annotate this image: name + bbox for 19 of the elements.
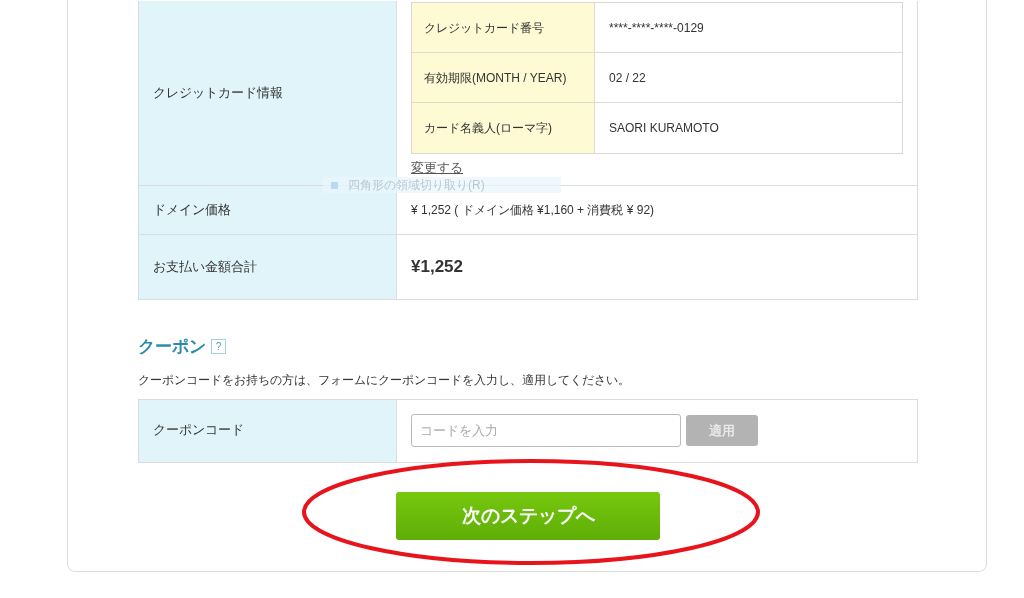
field-value: SAORI KURAMOTO <box>609 120 719 137</box>
field-label: ドメイン価格 <box>153 201 231 219</box>
field-label: 有効期限(MONTH / YEAR) <box>424 69 567 87</box>
field-value: 02 / 22 <box>609 69 646 87</box>
total-amount: ¥1,252 <box>411 256 463 279</box>
change-link[interactable]: 変更する <box>411 161 463 175</box>
bullet-icon <box>331 181 338 189</box>
coupon-input-field[interactable]: コードを入力 <box>411 414 681 448</box>
field-label: クレジットカード番号 <box>424 19 544 37</box>
field-label: クーポンコード <box>153 422 244 440</box>
section-title: クーポン <box>138 336 206 358</box>
help-icon[interactable]: ? <box>211 339 226 355</box>
field-label: クレジットカード情報 <box>153 84 283 102</box>
field-value: ¥ 1,252 ( ドメイン価格 ¥1,160 + 消費税 ¥ 92) <box>411 202 655 219</box>
field-value: ****-****-****-0129 <box>609 19 704 37</box>
field-label: お支払い金額合計 <box>153 258 257 276</box>
next-step-button[interactable]: 次のステップへ <box>396 491 660 540</box>
field-label: カード名義人(ローマ字) <box>424 120 552 137</box>
coupon-description: クーポンコードをお持ちの方は、フォームにクーポンコードを入力し、適用してください。 <box>138 372 631 388</box>
